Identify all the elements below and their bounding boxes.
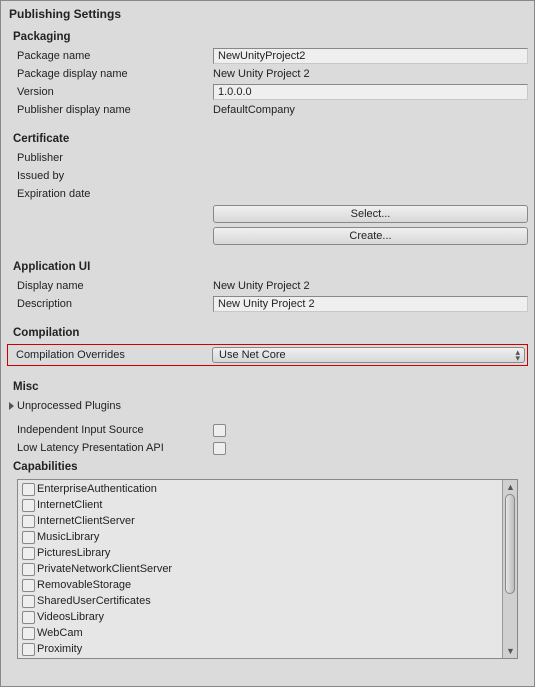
capability-checkbox[interactable]: [22, 531, 35, 544]
foldout-arrow-icon: [9, 402, 14, 410]
capability-checkbox[interactable]: [22, 595, 35, 608]
capability-checkbox[interactable]: [22, 579, 35, 592]
misc-heading: Misc: [7, 377, 528, 397]
capability-item[interactable]: RemovableStorage: [20, 577, 500, 593]
dropdown-updown-icon: ▴▾: [515, 349, 520, 361]
independent-input-checkbox[interactable]: [213, 424, 226, 437]
panel-title: Publishing Settings: [7, 5, 528, 27]
cert-create-button[interactable]: Create...: [213, 227, 528, 245]
publisher-display-name-label: Publisher display name: [17, 104, 213, 116]
compilation-overrides-value: Use Net Core: [219, 349, 286, 361]
capability-item[interactable]: Proximity: [20, 641, 500, 657]
app-ui-heading: Application UI: [7, 257, 528, 277]
capability-checkbox[interactable]: [22, 547, 35, 560]
capability-label: VideosLibrary: [37, 611, 104, 623]
package-display-name-label: Package display name: [17, 68, 213, 80]
unprocessed-plugins-label: Unprocessed Plugins: [17, 400, 121, 412]
packaging-heading: Packaging: [7, 27, 528, 47]
compilation-overrides-label: Compilation Overrides: [16, 349, 212, 361]
capability-item[interactable]: WebCam: [20, 625, 500, 641]
capability-checkbox[interactable]: [22, 611, 35, 624]
capability-checkbox[interactable]: [22, 499, 35, 512]
version-label: Version: [17, 86, 213, 98]
compilation-overrides-dropdown[interactable]: Use Net Core ▴▾: [212, 347, 525, 363]
package-display-name-value: New Unity Project 2: [213, 68, 528, 80]
capability-label: Proximity: [37, 643, 82, 655]
capabilities-heading: Capabilities: [7, 457, 528, 477]
capability-item[interactable]: MusicLibrary: [20, 529, 500, 545]
description-label: Description: [17, 298, 213, 310]
capability-item[interactable]: SharedUserCertificates: [20, 593, 500, 609]
capability-checkbox[interactable]: [22, 515, 35, 528]
capability-checkbox[interactable]: [22, 643, 35, 656]
compilation-heading: Compilation: [7, 323, 528, 343]
capability-item[interactable]: VideosLibrary: [20, 609, 500, 625]
scroll-up-icon[interactable]: ▲: [505, 482, 516, 492]
capability-item[interactable]: InternetClientServer: [20, 513, 500, 529]
capability-checkbox[interactable]: [22, 563, 35, 576]
capabilities-list: EnterpriseAuthentication InternetClient …: [18, 480, 502, 658]
capability-checkbox[interactable]: [22, 627, 35, 640]
scroll-thumb[interactable]: [505, 494, 515, 594]
publishing-settings-panel: Publishing Settings Packaging Package na…: [0, 0, 535, 687]
version-input[interactable]: [213, 84, 528, 100]
capability-label: PicturesLibrary: [37, 547, 110, 559]
cert-select-button[interactable]: Select...: [213, 205, 528, 223]
unprocessed-plugins-foldout[interactable]: Unprocessed Plugins: [7, 397, 528, 415]
capability-label: MusicLibrary: [37, 531, 99, 543]
cert-expiration-label: Expiration date: [17, 188, 213, 200]
package-name-label: Package name: [17, 50, 213, 62]
independent-input-label: Independent Input Source: [17, 424, 213, 436]
description-input[interactable]: [213, 296, 528, 312]
cert-issued-by-label: Issued by: [17, 170, 213, 182]
capability-label: InternetClientServer: [37, 515, 135, 527]
capability-label: WebCam: [37, 627, 83, 639]
capability-label: InternetClient: [37, 499, 102, 511]
capability-item[interactable]: InternetClient: [20, 497, 500, 513]
capability-item[interactable]: PrivateNetworkClientServer: [20, 561, 500, 577]
package-name-input[interactable]: [213, 48, 528, 64]
display-name-value: New Unity Project 2: [213, 280, 528, 292]
certificate-heading: Certificate: [7, 129, 528, 149]
low-latency-checkbox[interactable]: [213, 442, 226, 455]
display-name-label: Display name: [17, 280, 213, 292]
capability-checkbox[interactable]: [22, 483, 35, 496]
capability-item[interactable]: PicturesLibrary: [20, 545, 500, 561]
scroll-down-icon[interactable]: ▼: [505, 646, 516, 656]
capability-label: SharedUserCertificates: [37, 595, 151, 607]
low-latency-label: Low Latency Presentation API: [17, 442, 213, 454]
capabilities-list-container: EnterpriseAuthentication InternetClient …: [17, 479, 518, 659]
capabilities-scrollbar[interactable]: ▲ ▼: [502, 480, 517, 658]
compilation-overrides-highlight: Compilation Overrides Use Net Core ▴▾: [7, 344, 528, 366]
capability-label: RemovableStorage: [37, 579, 131, 591]
capability-label: EnterpriseAuthentication: [37, 483, 157, 495]
capability-label: PrivateNetworkClientServer: [37, 563, 172, 575]
publisher-display-name-value: DefaultCompany: [213, 104, 528, 116]
capability-item[interactable]: EnterpriseAuthentication: [20, 481, 500, 497]
cert-publisher-label: Publisher: [17, 152, 213, 164]
